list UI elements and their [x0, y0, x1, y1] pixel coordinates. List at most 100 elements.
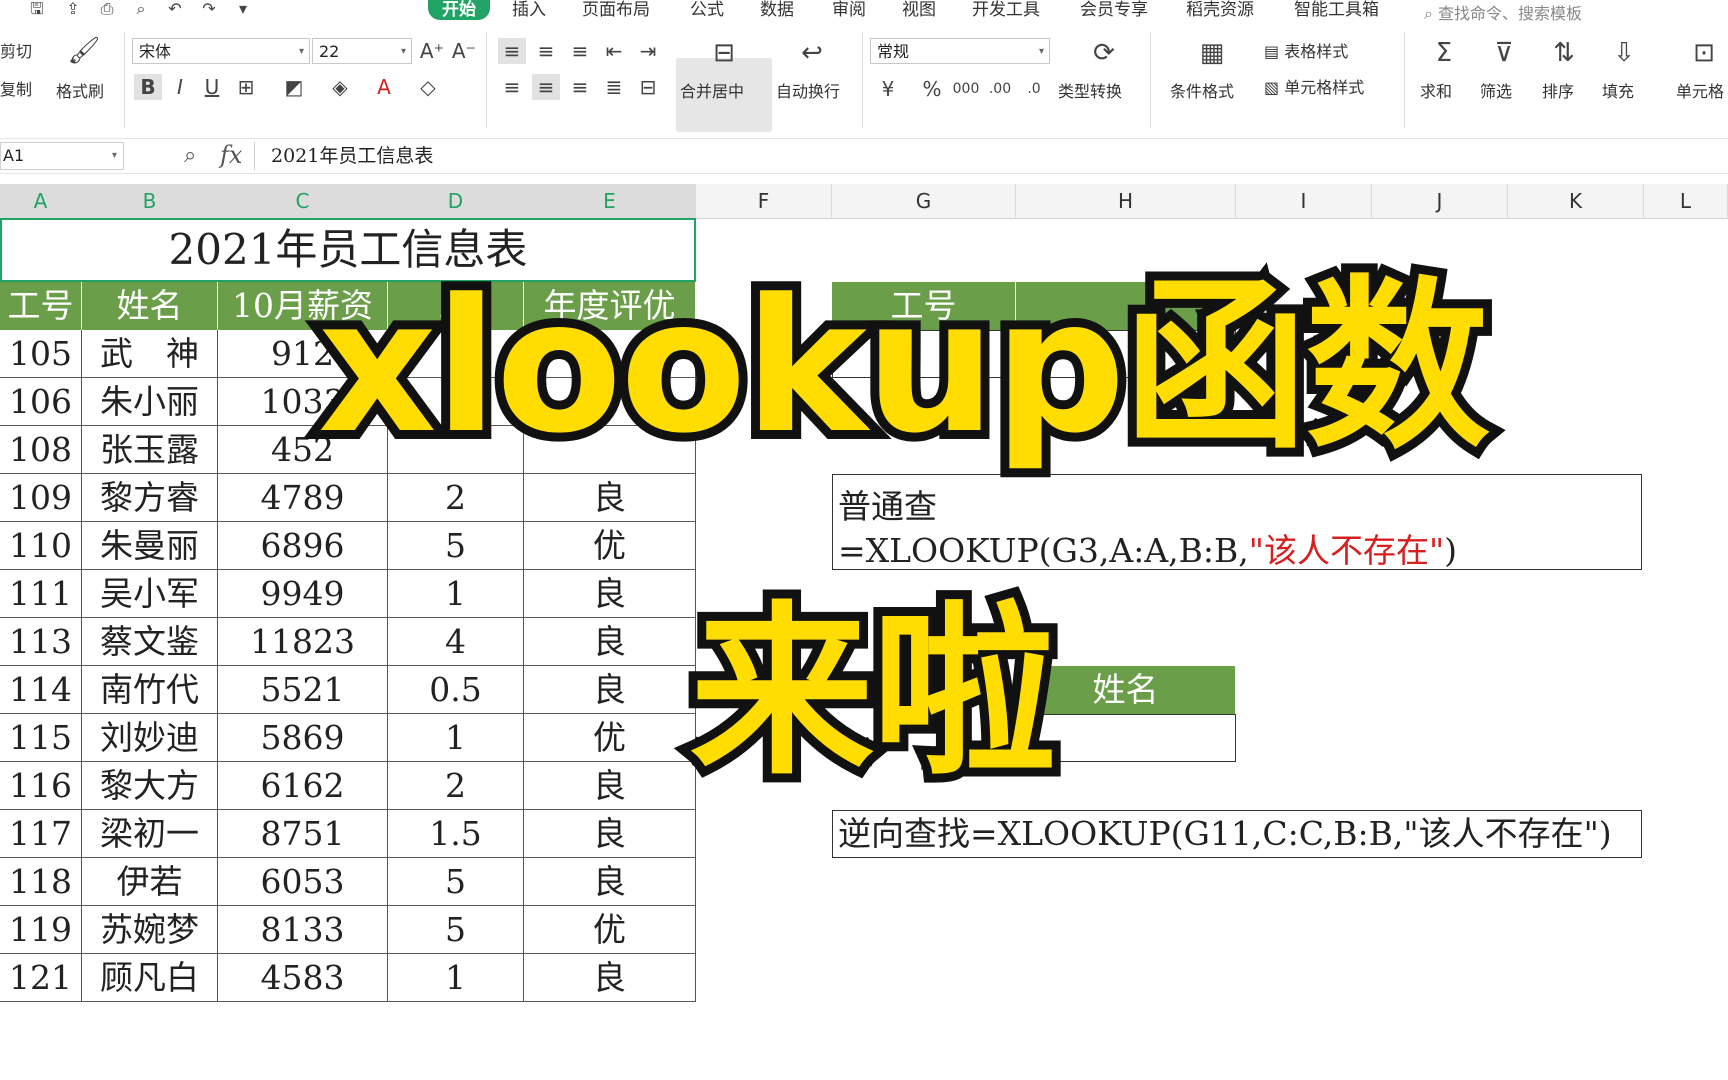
tab-insert[interactable]: 插入	[512, 0, 546, 20]
cell-name[interactable]: 张玉露	[82, 426, 218, 474]
cell-rating[interactable]: 良	[524, 666, 696, 714]
cell-id[interactable]: 110	[0, 522, 82, 570]
tab-page-layout[interactable]: 页面布局	[582, 0, 650, 20]
redo-icon[interactable]: ↷	[198, 0, 220, 18]
cell-rating[interactable]: 良	[524, 618, 696, 666]
cell-years[interactable]: 0.5	[388, 666, 524, 714]
cell-salary[interactable]: 11823	[218, 618, 388, 666]
column-header-a[interactable]: A	[0, 184, 82, 218]
cell-rating[interactable]: 良	[524, 954, 696, 1002]
align-right-icon[interactable]: ≡	[566, 74, 594, 100]
copy-button[interactable]: 复制	[0, 80, 32, 100]
justify-icon[interactable]: ≣	[600, 74, 628, 100]
fill-button[interactable]: 填充	[1602, 82, 1634, 102]
cell-salary[interactable]: 4789	[218, 474, 388, 522]
increase-font-icon[interactable]: A⁺	[418, 38, 446, 64]
cell-years[interactable]: 1	[388, 570, 524, 618]
column-header-j[interactable]: J	[1372, 184, 1508, 218]
thousands-icon[interactable]: 000	[952, 76, 980, 102]
font-color-icon[interactable]: A	[370, 74, 398, 100]
save-icon[interactable]: 🖫	[26, 0, 48, 18]
tab-member[interactable]: 会员专享	[1080, 0, 1148, 20]
cell-years[interactable]: 4	[388, 618, 524, 666]
tab-smart-tools[interactable]: 智能工具箱	[1294, 0, 1379, 20]
cell-name[interactable]: 黎大方	[82, 762, 218, 810]
align-left-icon[interactable]: ≡	[498, 74, 526, 100]
cut-button[interactable]: 剪切	[0, 42, 32, 62]
cell-salary[interactable]: 4583	[218, 954, 388, 1002]
column-header-l[interactable]: L	[1644, 184, 1728, 218]
cell-id[interactable]: 105	[0, 330, 82, 378]
cell-id[interactable]: 118	[0, 858, 82, 906]
cell-style-button[interactable]: ▧ 单元格样式	[1264, 78, 1364, 98]
decrease-font-icon[interactable]: A⁻	[450, 38, 478, 64]
clear-format-icon[interactable]: ◇	[414, 74, 442, 100]
tab-developer[interactable]: 开发工具	[972, 0, 1040, 20]
cell-salary[interactable]: 8133	[218, 906, 388, 954]
percent-icon[interactable]: %	[918, 76, 946, 102]
cell-years[interactable]: 1	[388, 954, 524, 1002]
column-header-i[interactable]: I	[1236, 184, 1372, 218]
cell-name[interactable]: 黎方睿	[82, 474, 218, 522]
align-center-icon[interactable]: ≡	[532, 74, 560, 100]
header-name[interactable]: 姓名	[82, 282, 218, 330]
undo-icon[interactable]: ↶	[164, 0, 186, 18]
cell-years[interactable]: 1.5	[388, 810, 524, 858]
cell-years[interactable]: 5	[388, 522, 524, 570]
cell-salary[interactable]: 6896	[218, 522, 388, 570]
cell-name[interactable]: 武 神	[82, 330, 218, 378]
cell-years[interactable]: 5	[388, 858, 524, 906]
column-header-e[interactable]: E	[524, 184, 696, 218]
column-header-c[interactable]: C	[218, 184, 388, 218]
tab-review[interactable]: 审阅	[832, 0, 866, 20]
cell-years[interactable]: 5	[388, 906, 524, 954]
sum-button[interactable]: 求和	[1420, 82, 1452, 102]
align-bottom-icon[interactable]: ≡	[566, 38, 594, 64]
name-box[interactable]: A1 ▾	[0, 142, 124, 170]
shape-style-icon[interactable]: ◩	[280, 74, 308, 100]
cell-name[interactable]: 刘妙迪	[82, 714, 218, 762]
table-style-button[interactable]: ▤ 表格样式	[1264, 42, 1348, 62]
currency-icon[interactable]: ¥	[874, 76, 902, 102]
cell-salary[interactable]: 9949	[218, 570, 388, 618]
distributed-icon[interactable]: ⊟	[634, 74, 662, 100]
sort-button[interactable]: 排序	[1542, 82, 1574, 102]
cell-rating[interactable]: 优	[524, 906, 696, 954]
cell-years[interactable]: 2	[388, 474, 524, 522]
cell-rating[interactable]: 优	[524, 522, 696, 570]
zoom-icon[interactable]: ⌕	[184, 143, 196, 168]
bold-icon[interactable]: B	[134, 74, 162, 100]
type-convert-button[interactable]: 类型转换	[1058, 82, 1122, 102]
border-icon[interactable]: ⊞	[232, 74, 260, 100]
export-icon[interactable]: ⇪	[62, 0, 84, 18]
cell-rating[interactable]: 良	[524, 570, 696, 618]
cell-id[interactable]: 113	[0, 618, 82, 666]
cell-name[interactable]: 南竹代	[82, 666, 218, 714]
command-search[interactable]: ⌕ 查找命令、搜索模板	[1424, 0, 1582, 24]
underline-icon[interactable]: U	[198, 74, 226, 100]
cell-name[interactable]: 伊若	[82, 858, 218, 906]
function-icon[interactable]: fx	[220, 141, 242, 169]
cell-id[interactable]: 116	[0, 762, 82, 810]
cell-salary[interactable]: 6162	[218, 762, 388, 810]
increase-decimal-icon[interactable]: .00	[986, 76, 1014, 102]
wrap-text-button[interactable]: 自动换行	[776, 82, 840, 102]
quick-access-dropdown-icon[interactable]: ▾	[232, 0, 254, 18]
cell-rating[interactable]: 良	[524, 474, 696, 522]
cell-salary[interactable]: 6053	[218, 858, 388, 906]
font-name-select[interactable]: 宋体 ▾	[132, 38, 310, 64]
cell-id[interactable]: 111	[0, 570, 82, 618]
italic-icon[interactable]: I	[166, 74, 194, 100]
cell-id[interactable]: 114	[0, 666, 82, 714]
column-header-k[interactable]: K	[1508, 184, 1644, 218]
column-header-d[interactable]: D	[388, 184, 524, 218]
cell-name[interactable]: 吴小军	[82, 570, 218, 618]
cell-rating[interactable]: 良	[524, 858, 696, 906]
fill-color-icon[interactable]: ◈	[326, 74, 354, 100]
column-header-h[interactable]: H	[1016, 184, 1236, 218]
cell-rating[interactable]: 良	[524, 810, 696, 858]
print-preview-icon[interactable]: ⌕	[130, 0, 152, 18]
cell-name[interactable]: 蔡文鉴	[82, 618, 218, 666]
increase-indent-icon[interactable]: ⇥	[634, 38, 662, 64]
formula-input[interactable]: 2021年员工信息表	[254, 142, 1728, 170]
